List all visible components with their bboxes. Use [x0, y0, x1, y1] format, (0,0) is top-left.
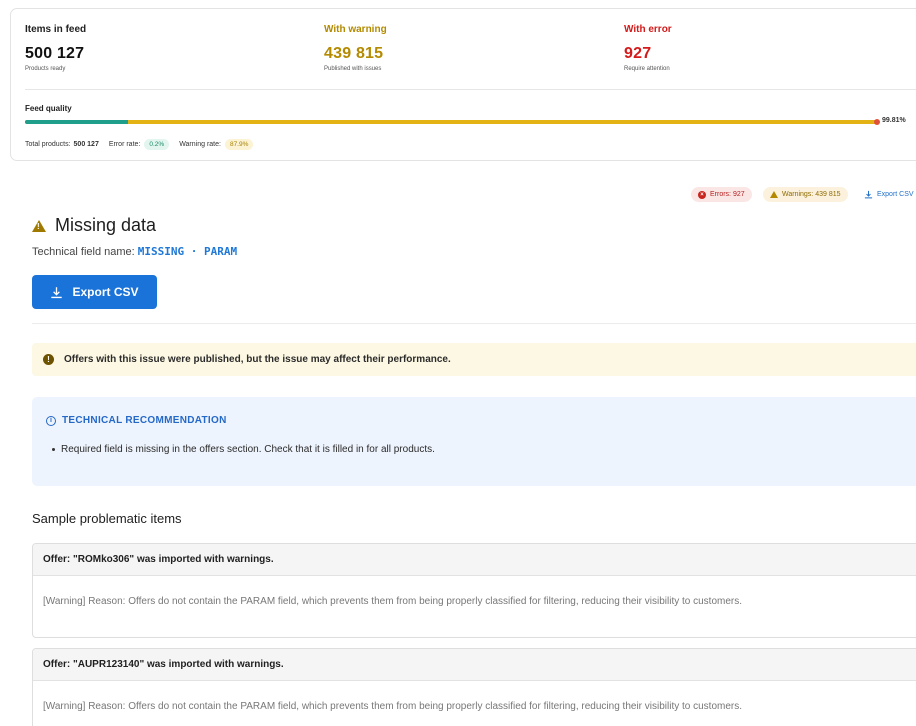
stat-value: 500 127 — [25, 45, 85, 62]
close-circle-icon: × — [698, 190, 706, 199]
bullet-dot — [52, 448, 55, 451]
warning-triangle-icon — [32, 219, 46, 232]
stat-value: 927 — [624, 45, 652, 62]
offer-header: Offer: "ROMko306" was imported with warn… — [33, 544, 916, 576]
sample-offer-card: Offer: "ROMko306" was imported with warn… — [32, 543, 916, 638]
divider — [25, 89, 916, 90]
export-csv-link-label: Export CSV — [877, 191, 914, 198]
stat-label: With error — [624, 24, 672, 35]
recommendation-header: i TECHNICAL RECOMMENDATION — [46, 415, 227, 426]
offer-header: Offer: "AUPR123140" was imported with wa… — [33, 649, 916, 681]
divider — [32, 323, 916, 324]
feed-quality-marker — [874, 119, 880, 125]
info-icon: i — [46, 415, 56, 426]
download-icon — [51, 286, 63, 298]
warnings-filter-badge[interactable]: Warnings: 439 815 — [763, 187, 848, 202]
warnings-badge-label: Warnings: 439 815 — [782, 191, 841, 198]
technical-recommendation: i TECHNICAL RECOMMENDATION Required fiel… — [32, 397, 916, 486]
errors-filter-badge[interactable]: × Errors: 927 — [691, 187, 752, 202]
feed-quality-title: Feed quality — [25, 104, 72, 113]
sample-offer-card: Offer: "AUPR123140" was imported with wa… — [32, 648, 916, 726]
feed-quality-percent: 99.81% — [882, 117, 906, 124]
warning-rate-label: Warning rate: — [179, 141, 221, 148]
sample-items-title: Sample problematic items — [32, 511, 182, 526]
feed-stats-card: Items in feed 500 127 Products ready Wit… — [10, 8, 916, 161]
warning-rate-badge: 87.9% — [224, 139, 254, 150]
technical-field-code: MISSING · PARAM — [137, 245, 238, 258]
stat-subtext: Published with issues — [324, 66, 382, 72]
performance-notice: ! Offers with this issue were published,… — [32, 343, 916, 376]
stat-with-warning: With warning 439 815 Published with issu… — [324, 24, 387, 72]
issue-title: Missing data — [55, 215, 157, 235]
errors-badge-label: Errors: 927 — [710, 191, 745, 198]
error-rate-badge: 0.2% — [144, 139, 170, 150]
stat-label: Items in feed — [25, 24, 87, 35]
export-csv-button-label: Export CSV — [72, 285, 139, 299]
offer-reason: [Warning] Reason: Offers do not contain … — [43, 701, 743, 712]
download-icon — [864, 190, 873, 199]
issue-heading: Missing data — [32, 215, 156, 236]
feed-quality-bar — [25, 120, 877, 124]
notice-text: Offers with this issue were published, b… — [64, 354, 451, 365]
stat-subtext: Products ready — [25, 66, 66, 72]
technical-field-label: Technical field name: — [32, 246, 135, 258]
feed-totals: Total products: 500 127 Error rate: 0.2%… — [25, 139, 254, 150]
warning-triangle-icon — [770, 191, 778, 198]
stat-label: With warning — [324, 24, 387, 35]
error-rate-label: Error rate: — [108, 141, 141, 148]
export-csv-button[interactable]: Export CSV — [32, 275, 157, 309]
offer-reason: [Warning] Reason: Offers do not contain … — [43, 596, 743, 607]
recommendation-item: Required field is missing in the offers … — [52, 444, 435, 455]
recommendation-text: Required field is missing in the offers … — [61, 444, 435, 455]
total-products-value: 500 127 — [73, 141, 99, 148]
stat-subtext: Require attention — [624, 66, 670, 72]
export-csv-link[interactable]: Export CSV — [864, 190, 914, 199]
stat-items-in-feed: Items in feed 500 127 Products ready — [25, 24, 86, 72]
technical-field-name: Technical field name: MISSING · PARAM — [32, 245, 237, 258]
alert-circle-icon: ! — [43, 354, 54, 365]
stat-with-error: With error 927 Require attention — [624, 24, 672, 72]
recommendation-title: TECHNICAL RECOMMENDATION — [62, 415, 227, 426]
stat-value: 439 815 — [324, 45, 384, 62]
feed-quality-ok-segment — [25, 120, 129, 124]
total-products-label: Total products: — [25, 141, 71, 148]
